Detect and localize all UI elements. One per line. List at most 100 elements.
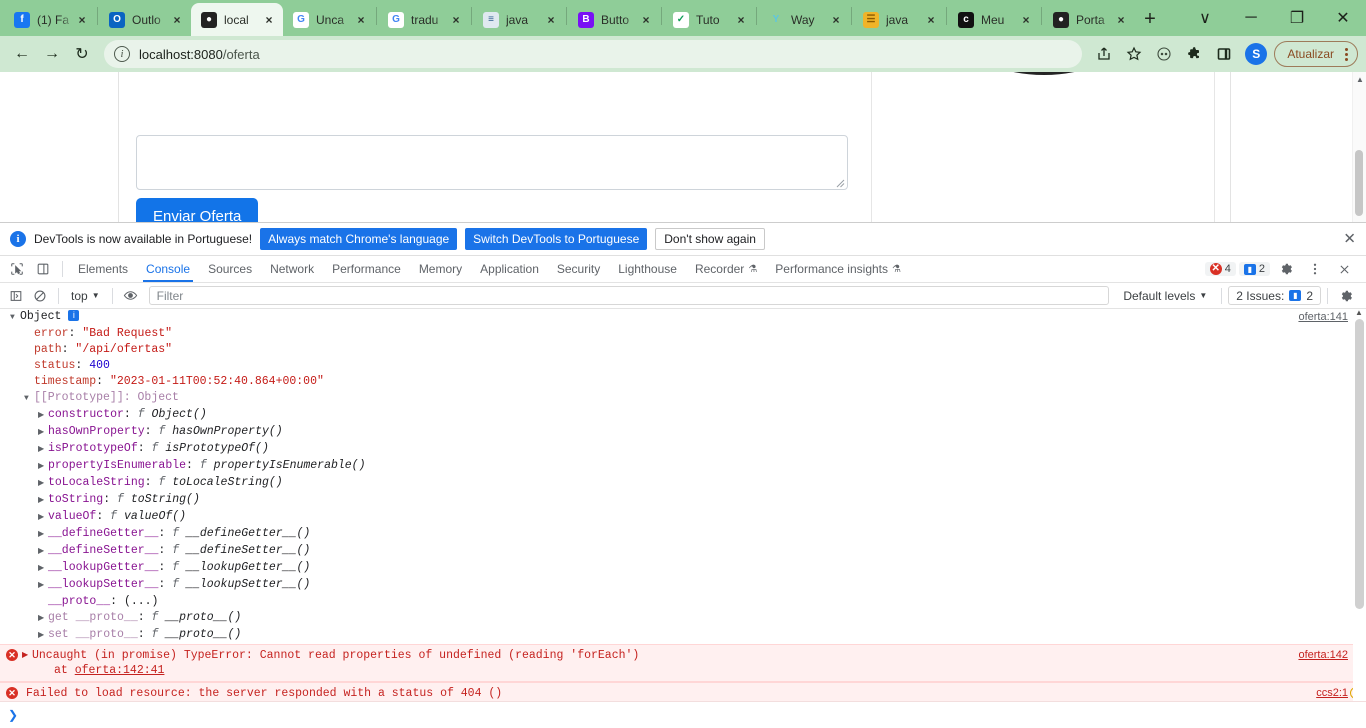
- offer-message-textarea[interactable]: [136, 135, 848, 190]
- address-bar[interactable]: i localhost:8080/oferta: [104, 40, 1083, 68]
- tab-close-icon[interactable]: ×: [448, 12, 464, 28]
- scroll-up-arrow-icon[interactable]: ▲: [1355, 309, 1363, 317]
- devtools-more-icon[interactable]: [1302, 257, 1328, 281]
- tab-search-button[interactable]: ∨: [1182, 1, 1228, 35]
- update-button[interactable]: Atualizar: [1274, 41, 1358, 67]
- tab-close-icon[interactable]: ×: [169, 12, 185, 28]
- profile-sync-icon[interactable]: [1150, 40, 1178, 68]
- device-toolbar-icon[interactable]: [30, 257, 56, 281]
- bookmark-star-icon[interactable]: [1120, 40, 1148, 68]
- scroll-up-arrow-icon[interactable]: ▲: [1356, 76, 1364, 84]
- expand-toggle-icon[interactable]: [38, 628, 48, 644]
- extensions-icon[interactable]: [1180, 40, 1208, 68]
- devtools-tab-application[interactable]: Application: [471, 256, 548, 282]
- console-levels-selector[interactable]: Default levels ▼: [1115, 289, 1215, 303]
- browser-tab[interactable]: O Outlo ×: [99, 3, 191, 36]
- gear-icon[interactable]: [1273, 257, 1299, 281]
- dont-show-again-button[interactable]: Don't show again: [655, 228, 765, 250]
- console-scrollbar-thumb[interactable]: [1355, 319, 1364, 609]
- devtools-tab-memory[interactable]: Memory: [410, 256, 471, 282]
- browser-tab-active[interactable]: ● local ×: [191, 3, 283, 36]
- devtools-tab-performance-insights[interactable]: Performance insights ⚗: [766, 256, 910, 282]
- inspect-element-icon[interactable]: [4, 257, 30, 281]
- console-source-link[interactable]: ccs2:1: [1316, 686, 1348, 701]
- console-scrollbar[interactable]: ▲: [1353, 309, 1366, 701]
- clear-console-icon[interactable]: [28, 285, 52, 307]
- console-source-link[interactable]: oferta:141: [1298, 309, 1348, 325]
- devtools-tab-console[interactable]: Console: [137, 256, 199, 282]
- page-scrollbar-thumb[interactable]: [1355, 150, 1363, 216]
- browser-tab[interactable]: ≡ java ×: [473, 3, 565, 36]
- console-source-link[interactable]: oferta:142: [1298, 648, 1348, 663]
- forward-button[interactable]: →: [38, 40, 66, 68]
- tab-close-icon[interactable]: ×: [638, 12, 654, 28]
- devtools-tab-sources[interactable]: Sources: [199, 256, 261, 282]
- close-notice-icon[interactable]: ✕: [1343, 232, 1356, 247]
- kebab-menu-icon[interactable]: [1340, 47, 1353, 61]
- object-property-value[interactable]: (...): [124, 595, 159, 608]
- expand-toggle-icon[interactable]: [38, 408, 48, 424]
- browser-tab[interactable]: c Meu ×: [948, 3, 1040, 36]
- console-filter-input[interactable]: Filter: [148, 286, 1110, 305]
- devtools-tab-elements[interactable]: Elements: [69, 256, 137, 282]
- tab-close-icon[interactable]: ×: [733, 12, 749, 28]
- reload-button[interactable]: ↻: [68, 40, 96, 68]
- expand-toggle-icon[interactable]: [24, 391, 34, 407]
- tab-close-icon[interactable]: ×: [923, 12, 939, 28]
- browser-tab[interactable]: G Unca ×: [283, 3, 375, 36]
- tab-close-icon[interactable]: ×: [1018, 12, 1034, 28]
- browser-tab[interactable]: f (1) Fa ×: [4, 3, 96, 36]
- expand-toggle-icon[interactable]: [10, 310, 20, 326]
- share-icon[interactable]: [1090, 40, 1118, 68]
- tab-close-icon[interactable]: ×: [353, 12, 369, 28]
- resize-grip-icon[interactable]: [835, 178, 845, 188]
- console-context-selector[interactable]: top ▼: [65, 289, 106, 303]
- browser-tab[interactable]: ☰ java ×: [853, 3, 945, 36]
- minimize-button[interactable]: ─: [1228, 1, 1274, 35]
- expand-toggle-icon[interactable]: ▶: [22, 648, 28, 663]
- tab-close-icon[interactable]: ×: [74, 12, 90, 28]
- side-panel-icon[interactable]: [1210, 40, 1238, 68]
- tab-close-icon[interactable]: ×: [828, 12, 844, 28]
- site-info-icon[interactable]: i: [114, 46, 130, 62]
- expand-toggle-icon[interactable]: [38, 578, 48, 594]
- stack-source-link[interactable]: oferta:142:41: [75, 664, 165, 677]
- devtools-tab-network[interactable]: Network: [261, 256, 323, 282]
- close-window-button[interactable]: ✕: [1320, 1, 1366, 35]
- submit-offer-button[interactable]: Enviar Oferta: [136, 198, 259, 222]
- devtools-tab-recorder[interactable]: Recorder ⚗: [686, 256, 766, 282]
- expand-toggle-icon[interactable]: [38, 425, 48, 441]
- browser-tab[interactable]: ✓ Tuto ×: [663, 3, 755, 36]
- expand-toggle-icon[interactable]: [38, 442, 48, 458]
- switch-to-portuguese-button[interactable]: Switch DevTools to Portuguese: [465, 228, 648, 250]
- expand-toggle-icon[interactable]: [38, 561, 48, 577]
- expand-toggle-icon[interactable]: [38, 527, 48, 543]
- tab-close-icon[interactable]: ×: [1113, 12, 1129, 28]
- page-scrollbar[interactable]: ▲ ▼: [1352, 72, 1366, 222]
- live-expression-eye-icon[interactable]: [119, 285, 143, 307]
- back-button[interactable]: ←: [8, 40, 36, 68]
- message-count-chip[interactable]: ▮ 2: [1238, 262, 1270, 276]
- console-settings-gear-icon[interactable]: [1334, 285, 1358, 307]
- browser-tab[interactable]: ● Porta ×: [1043, 3, 1135, 36]
- profile-avatar[interactable]: S: [1245, 43, 1268, 65]
- issues-button[interactable]: 2 Issues: ▮ 2: [1228, 286, 1321, 305]
- error-count-chip[interactable]: ✕ 4: [1204, 262, 1236, 276]
- expand-toggle-icon[interactable]: [38, 493, 48, 509]
- console-sidebar-icon[interactable]: [4, 285, 28, 307]
- expand-toggle-icon[interactable]: [38, 510, 48, 526]
- browser-tab[interactable]: Gtradu ×: [378, 3, 470, 36]
- always-match-language-button[interactable]: Always match Chrome's language: [260, 228, 458, 250]
- close-devtools-icon[interactable]: [1331, 257, 1357, 281]
- tab-close-icon[interactable]: ×: [261, 12, 277, 28]
- new-tab-button[interactable]: +: [1135, 4, 1165, 34]
- expand-toggle-icon[interactable]: [38, 611, 48, 627]
- info-badge-icon[interactable]: i: [68, 309, 80, 321]
- expand-toggle-icon[interactable]: [38, 544, 48, 560]
- maximize-button[interactable]: ❐: [1274, 1, 1320, 35]
- devtools-tab-performance[interactable]: Performance: [323, 256, 410, 282]
- browser-tab[interactable]: B Butto ×: [568, 3, 660, 36]
- devtools-tab-lighthouse[interactable]: Lighthouse: [609, 256, 686, 282]
- console-input-row[interactable]: ❯: [0, 701, 1366, 728]
- expand-toggle-icon[interactable]: [38, 459, 48, 475]
